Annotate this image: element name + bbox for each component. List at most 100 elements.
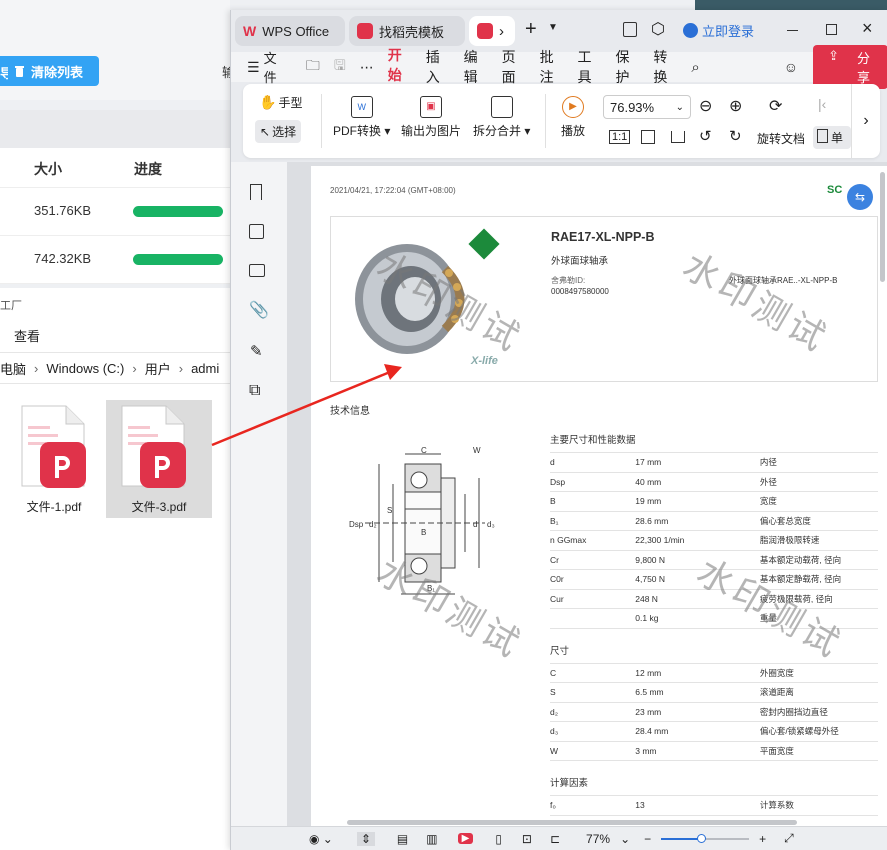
select-tool-button[interactable]: ↖ 选择 xyxy=(255,120,302,143)
chevron-right-icon: › xyxy=(132,360,137,376)
rotate-page-icon[interactable]: ⟳ xyxy=(769,96,782,116)
single-page-view-icon[interactable]: ▤ xyxy=(397,832,408,846)
list-row[interactable]: 351.76KB xyxy=(0,188,230,236)
share-button[interactable]: ⇪ 分享 xyxy=(813,45,887,89)
play-button[interactable]: ▶ 播放 xyxy=(561,96,585,139)
first-page-icon[interactable]: |‹ xyxy=(818,96,826,112)
fit-width-icon[interactable] xyxy=(671,131,685,143)
breadcrumb-item[interactable]: 电脑 xyxy=(0,359,26,378)
ribbon-scroll-right[interactable]: › xyxy=(851,84,880,158)
single-page-button[interactable]: 单 xyxy=(813,126,851,149)
zoom-in-icon[interactable]: + xyxy=(759,832,766,846)
export-image-button[interactable]: ▣ 输出为图片 xyxy=(401,96,461,139)
menu-page[interactable]: 页面 xyxy=(495,47,533,87)
rotate-document-button[interactable]: 旋转文档 xyxy=(757,130,805,147)
folder-icon[interactable]: 🗀 xyxy=(299,55,327,79)
maximize-icon[interactable] xyxy=(826,24,837,35)
spec-val: 28.4 mm xyxy=(635,721,760,742)
split-merge-button[interactable]: 拆分合并 ▾ xyxy=(473,96,530,139)
file-item-selected[interactable]: 文件-3.pdf xyxy=(106,400,212,518)
chat-icon[interactable]: ☺ xyxy=(777,59,805,75)
continuous-scroll-icon[interactable]: ⇕ xyxy=(356,831,375,846)
spec-sym: d₂ xyxy=(550,702,636,722)
xlife-logo: X-life xyxy=(471,355,498,367)
menu-protect[interactable]: 保护 xyxy=(608,47,646,87)
menu-tools[interactable]: 工具 xyxy=(571,47,609,87)
actual-size-icon[interactable]: ⊏ xyxy=(550,832,560,846)
list-row[interactable]: 742.32KB xyxy=(0,236,230,284)
material-id: 0008497580000 xyxy=(551,287,609,296)
calc-table: f₀ 13 计算系数 xyxy=(550,795,878,816)
menu-insert[interactable]: 插入 xyxy=(419,47,457,87)
menu-home[interactable]: 开始 xyxy=(380,45,419,89)
clear-list-button[interactable]: 清除列表 xyxy=(0,56,99,86)
breadcrumb-item[interactable]: admi xyxy=(191,361,219,376)
save-icon[interactable]: 🖫 xyxy=(327,55,353,79)
window-layout-icon[interactable] xyxy=(623,22,637,37)
spec-desc: 偏心套/锁紧螺母外径 xyxy=(759,721,878,742)
minimize-icon[interactable] xyxy=(787,30,798,31)
spec-desc: 基本额定动载荷, 径向 xyxy=(759,550,878,570)
column-progress-header[interactable]: 进度 xyxy=(134,159,162,179)
more-icon[interactable]: ⋯ xyxy=(353,59,381,76)
menu-edit[interactable]: 编辑 xyxy=(457,47,495,87)
zoom-select[interactable]: 76.93% ⌄ xyxy=(603,95,691,119)
horizontal-scrollbar[interactable] xyxy=(347,820,797,825)
double-page-icon[interactable]: ▥ xyxy=(426,832,437,846)
new-tab-plus-icon[interactable]: + xyxy=(525,18,537,41)
floating-tool-button[interactable]: ⇆ xyxy=(847,184,873,210)
comment-icon[interactable] xyxy=(249,264,265,277)
tab-template[interactable]: 找稻壳模板 xyxy=(349,16,465,46)
thumbnail-icon[interactable] xyxy=(249,224,264,239)
zoom-out-icon[interactable]: ⊖ xyxy=(699,96,712,116)
close-icon[interactable]: × xyxy=(862,18,873,39)
layers-icon[interactable]: ⧉ xyxy=(249,382,260,400)
bookmark-icon[interactable] xyxy=(250,184,262,200)
chevron-down-icon[interactable]: ▼ xyxy=(548,22,558,33)
fullscreen-icon[interactable]: ⤢ xyxy=(784,831,794,846)
tab-label: WPS Office xyxy=(262,23,330,39)
rotate-right-icon[interactable]: ↻ xyxy=(729,127,742,145)
column-size-header[interactable]: 大小 xyxy=(34,159,62,179)
cube-icon[interactable]: ⬡ xyxy=(651,19,665,39)
spec-row: S 6.5 mm 滚道距离 xyxy=(550,682,878,703)
signature-icon[interactable]: ✎ xyxy=(250,342,263,360)
menu-comment[interactable]: 批注 xyxy=(533,47,571,87)
fit-page-icon[interactable]: ▯ xyxy=(495,832,502,846)
export-image-label: 输出为图片 xyxy=(401,124,462,138)
zoom-in-icon[interactable]: ⊕ xyxy=(729,96,742,116)
menu-convert[interactable]: 转换 xyxy=(646,47,684,87)
tech-info-heading: 技术信息 xyxy=(330,406,370,417)
fit-width-icon[interactable]: ⊡ xyxy=(522,832,532,846)
hamburger-icon[interactable]: ☰ xyxy=(231,59,262,76)
rotate-left-icon[interactable]: ↺ xyxy=(699,127,712,145)
zoom-slider-handle[interactable] xyxy=(697,833,707,843)
pdf-page: 2021/04/21, 17:22:04 (GMT+08:00) SC X-li… xyxy=(311,166,887,826)
spec-desc: 滚道距离 xyxy=(759,682,878,703)
status-zoom-value[interactable]: 77% xyxy=(586,832,610,846)
login-button[interactable]: 立即登录 xyxy=(683,21,754,40)
zoom-out-icon[interactable]: − xyxy=(644,832,651,846)
tab-wps-office[interactable]: W WPS Office xyxy=(235,16,345,46)
fit-page-icon[interactable] xyxy=(641,130,655,144)
actual-size-icon[interactable]: 1:1 xyxy=(609,130,631,144)
view-mode-icon[interactable]: ◉ ⌄ xyxy=(309,832,333,846)
vertical-scrollbar[interactable] xyxy=(880,172,885,282)
attachment-icon[interactable]: 📎 xyxy=(249,300,269,320)
file-item[interactable]: 文件-1.pdf xyxy=(12,400,96,518)
play-icon[interactable]: ▶ xyxy=(457,833,474,844)
pdf-convert-button[interactable]: W PDF转换 ▾ xyxy=(333,96,390,139)
breadcrumb-item[interactable]: Windows (C:) xyxy=(46,361,124,376)
breadcrumb[interactable]: 电脑 › Windows (C:) › 用户 › admi xyxy=(0,352,230,384)
tab-current-pdf[interactable]: › xyxy=(469,16,515,46)
breadcrumb-item[interactable]: 用户 xyxy=(145,359,171,378)
chevron-down-icon[interactable]: ⌄ xyxy=(620,832,630,846)
chevron-right-icon[interactable]: › xyxy=(499,23,504,40)
zoom-slider[interactable] xyxy=(661,833,750,843)
zoom-value: 76.93% xyxy=(610,99,655,115)
menu-file[interactable]: 文件 xyxy=(262,48,293,86)
view-menu[interactable]: 查看 xyxy=(14,326,40,345)
search-icon[interactable]: ⌕ xyxy=(684,59,706,76)
hand-tool-button[interactable]: ✋ 手型 xyxy=(259,94,302,111)
share-label: 分享 xyxy=(856,51,870,85)
